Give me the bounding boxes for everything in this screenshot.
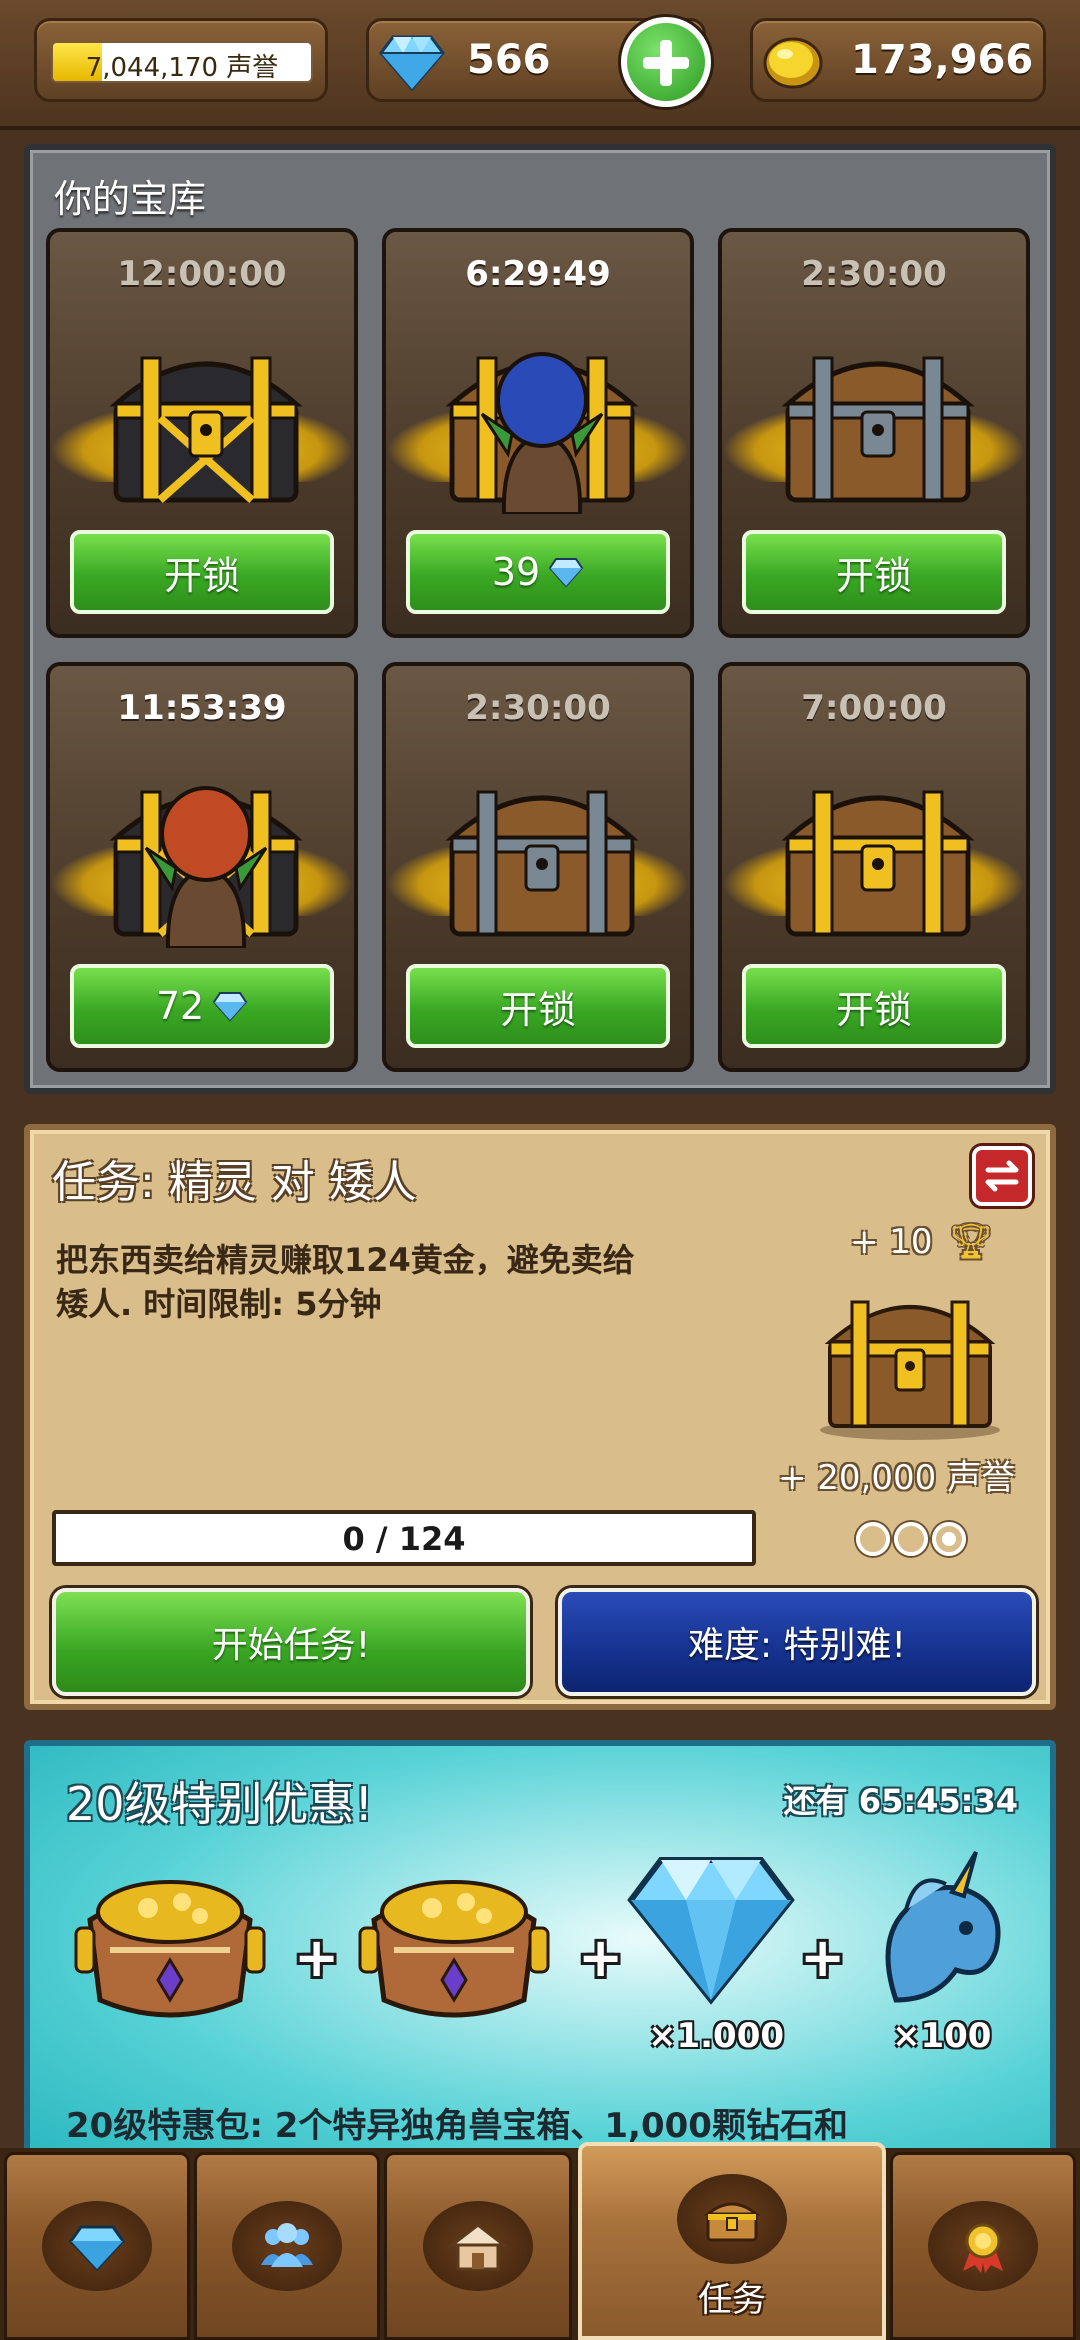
difficulty-button[interactable]: 难度: 特别难! <box>558 1588 1036 1696</box>
tab-shop[interactable] <box>384 2152 572 2340</box>
stage-circle-current <box>932 1522 966 1556</box>
chest-slot[interactable]: 12:00:00 开锁 <box>46 228 358 638</box>
house-icon <box>448 2223 508 2271</box>
quest-title: 任务: 精灵 对 矮人 <box>52 1157 417 1208</box>
chest-slot[interactable]: 2:30:00 开锁 <box>382 662 694 1072</box>
unlock-button[interactable]: 开锁 <box>742 964 1006 1048</box>
stage-circle <box>856 1522 890 1556</box>
buy-gems-button[interactable] <box>618 14 714 110</box>
unlock-button-label: 开锁 <box>835 553 912 598</box>
tab-achievements[interactable] <box>890 2152 1076 2340</box>
vault-title: 你的宝库 <box>54 177 207 221</box>
reward-trophy: + 10 🏆︎ <box>850 1222 993 1262</box>
plus-icon <box>627 23 705 101</box>
plus-sign: + <box>578 1926 624 1989</box>
speed-up-button[interactable]: 72 <box>70 964 334 1048</box>
offer-timer: 还有 65:45:34 <box>783 1782 1018 1820</box>
chest-slot[interactable]: 11:53:39 72 <box>46 662 358 1072</box>
swap-icon <box>985 1160 1019 1192</box>
bottom-navigation: 任务 <box>0 2142 1080 2340</box>
special-offer-panel[interactable]: 20级特别优惠! 还有 65:45:34 + + ×1.000 + ×100 2… <box>24 1740 1056 2180</box>
swap-quest-button[interactable] <box>972 1146 1032 1206</box>
chest-icon <box>703 2202 761 2242</box>
top-bar: 7,044,170 声誉 566 173,966 <box>0 0 1080 130</box>
vault-panel: 你的宝库 12:00:00 开锁 6:29:49 39 2:30:00 开锁 11:53:3… <box>24 144 1056 1094</box>
gold-coin-icon <box>763 37 823 89</box>
plus-sign: + <box>294 1926 340 1989</box>
fame-value: 7,044,170 声誉 <box>85 53 279 83</box>
reward-fame: + 20,000 声誉 <box>778 1458 1016 1498</box>
chest-timer: 11:53:39 <box>117 688 287 728</box>
gold-wooden-chest-icon <box>781 790 975 937</box>
quest-description-line2: 矮人. 时间限制: 5分钟 <box>56 1285 382 1323</box>
quest-panel: 任务: 精灵 对 矮人 把东西卖给精灵赚取124黄金，避免卖给 矮人. 时间限制… <box>24 1124 1056 1710</box>
chest-slot[interactable]: 6:29:49 39 <box>382 228 694 638</box>
chest-slot[interactable]: 7:00:00 开锁 <box>718 662 1030 1072</box>
diamond-icon <box>548 558 584 588</box>
unlock-button-label: 39 <box>491 550 541 594</box>
reward-trophy-value: + 10 <box>850 1222 933 1262</box>
tab-gem-shop[interactable] <box>4 2152 190 2340</box>
black-gold-chest-icon <box>109 356 303 503</box>
unlock-button-label: 72 <box>155 984 205 1028</box>
start-quest-button[interactable]: 开始任务! <box>52 1588 530 1696</box>
diamond-icon <box>379 35 445 92</box>
chest-timer: 12:00:00 <box>117 254 287 294</box>
gem-quantity: ×1.000 <box>648 2016 785 2056</box>
tab-quests-label: 任务 <box>698 2280 766 2320</box>
gem-count: 566 <box>467 37 551 83</box>
chest-timer: 2:30:00 <box>465 688 611 728</box>
fame-counter: 7,044,170 声誉 <box>34 18 328 102</box>
unlock-button-label: 开锁 <box>835 987 912 1032</box>
quest-progress-bar: 0 / 124 <box>52 1510 756 1566</box>
quest-stage-indicator <box>856 1522 966 1556</box>
fame-progress-bar: 7,044,170 声誉 <box>51 41 313 83</box>
offer-description: 20级特惠包: 2个特异独角兽宝箱、1,000颗钻石和 <box>66 2106 848 2146</box>
trophy-icon: 🏆︎ <box>949 1222 993 1262</box>
speed-up-button[interactable]: 39 <box>406 530 670 614</box>
chest-timer: 6:29:49 <box>465 254 611 294</box>
offer-title: 20级特别优惠! <box>66 1777 373 1831</box>
gem-shop-icon <box>69 2225 125 2272</box>
unicorn-icon <box>885 1850 1001 2003</box>
unlock-button[interactable]: 开锁 <box>742 530 1006 614</box>
unlock-button-label: 开锁 <box>499 987 576 1032</box>
chest-timer: 2:30:00 <box>801 254 947 294</box>
plus-sign: + <box>800 1926 846 1989</box>
black-gold-chest-with-goblin-icon <box>109 786 303 948</box>
iron-wooden-chest-icon <box>781 356 975 503</box>
quest-description: 把东西卖给精灵赚取124黄金，避免卖给 矮人. 时间限制: 5分钟 <box>56 1238 776 1326</box>
unlock-button[interactable]: 开锁 <box>70 530 334 614</box>
gold-count: 173,966 <box>851 37 1034 83</box>
people-icon <box>261 2223 313 2267</box>
chest-slot[interactable]: 2:30:00 开锁 <box>718 228 1030 638</box>
reward-chest-icon <box>820 1300 1000 1440</box>
tab-quests[interactable]: 任务 <box>578 2142 886 2340</box>
unicorn-quantity: ×100 <box>892 2016 992 2056</box>
diamond-icon <box>627 1857 795 2005</box>
iron-wooden-chest-icon <box>445 790 639 937</box>
diamond-icon <box>212 992 248 1022</box>
quest-description-line1: 把东西卖给精灵赚取124黄金，避免卖给 <box>56 1241 635 1279</box>
stage-circle <box>894 1522 928 1556</box>
wooden-chest-with-goblin-icon <box>445 352 639 514</box>
unicorn-chest-icon <box>358 1880 550 2018</box>
gold-counter: 173,966 <box>750 18 1046 102</box>
tab-guild[interactable] <box>194 2152 380 2340</box>
chest-timer: 7:00:00 <box>801 688 947 728</box>
quest-progress-text: 0 / 124 <box>342 1520 466 1558</box>
unlock-button[interactable]: 开锁 <box>406 964 670 1048</box>
medal-icon <box>963 2223 1003 2273</box>
unlock-button-label: 开锁 <box>163 553 240 598</box>
unicorn-chest-icon <box>74 1880 266 2018</box>
